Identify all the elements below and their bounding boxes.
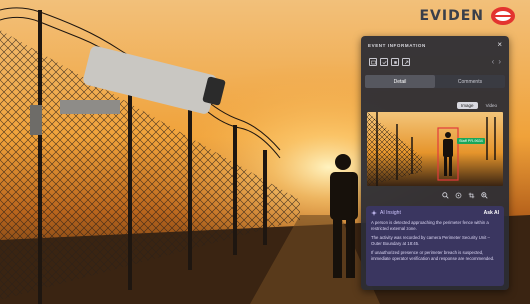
event-navigation: ‹ › — [492, 57, 501, 66]
media-tabs: Image Video — [457, 102, 501, 109]
sparkle-icon — [371, 210, 377, 216]
ai-insight-header: AI Insight — [371, 210, 401, 216]
tab-video[interactable]: Video — [482, 102, 501, 109]
ask-ai-button[interactable]: Ask AI — [484, 210, 499, 216]
event-information-panel: EVENT INFORMATION × ‹ › Detail Comments … — [361, 36, 509, 290]
brand-name: EVIDEN — [419, 8, 484, 24]
insight-paragraph: The activity was recorded by camera Peri… — [371, 235, 490, 246]
stop-icon[interactable] — [391, 58, 399, 66]
ai-insight-card: AI Insight Ask AI A person is detected a… — [366, 206, 504, 286]
previous-event-icon[interactable]: ‹ — [492, 57, 495, 66]
tab-image[interactable]: Image — [457, 102, 478, 109]
close-icon[interactable]: × — [497, 40, 502, 49]
insight-paragraph: If unauthorized presence or perimeter br… — [371, 250, 495, 261]
next-event-icon[interactable]: › — [498, 57, 501, 66]
insight-paragraph: A person is detected approaching the per… — [371, 220, 489, 231]
panel-title: EVENT INFORMATION — [368, 43, 426, 48]
event-preview-image[interactable] — [367, 112, 503, 186]
brand-logo: EVIDEN — [419, 6, 516, 26]
ai-insight-body: A person is detected approaching the per… — [371, 220, 499, 265]
tab-detail[interactable]: Detail — [365, 75, 435, 88]
share-icon[interactable] — [402, 58, 410, 66]
tab-comments[interactable]: Comments — [435, 75, 505, 88]
check-icon[interactable] — [380, 58, 388, 66]
crop-icon[interactable] — [467, 192, 475, 199]
preview-controls — [441, 192, 488, 199]
detection-label: Staff PR-9634 — [457, 138, 485, 144]
zoom-out-icon[interactable] — [441, 192, 449, 199]
zoom-in-icon[interactable] — [480, 192, 488, 199]
brand-mark-icon — [491, 7, 515, 25]
toolbar — [369, 58, 410, 66]
ai-insight-title: AI Insight — [380, 210, 401, 216]
image-icon[interactable] — [369, 58, 377, 66]
reset-icon[interactable] — [454, 192, 462, 199]
panel-tabs: Detail Comments — [365, 75, 505, 88]
